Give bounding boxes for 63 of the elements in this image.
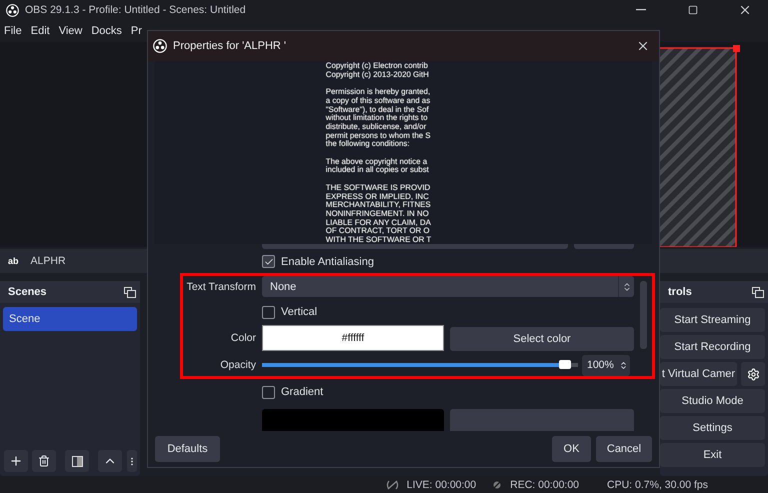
menu-item[interactable]: Edit bbox=[30, 25, 50, 37]
ok-button[interactable]: OK bbox=[552, 436, 591, 462]
delete-button[interactable] bbox=[32, 450, 56, 472]
cancel-button[interactable]: Cancel bbox=[596, 436, 652, 462]
add-button[interactable] bbox=[4, 450, 28, 472]
checkbox-label: Vertical bbox=[281, 306, 318, 318]
checkbox[interactable] bbox=[262, 306, 275, 319]
checkbox[interactable] bbox=[262, 386, 275, 399]
panel-title: Scenes bbox=[8, 286, 47, 298]
text-source-icon: ab bbox=[8, 256, 19, 266]
window-title: OBS 29.1.3 - Profile: Untitled - Scenes: Untitled bbox=[25, 4, 247, 16]
chevron-icon bbox=[622, 282, 632, 292]
spin-box[interactable]: 100% bbox=[582, 354, 630, 376]
color-swatch[interactable] bbox=[262, 408, 444, 431]
app-logo-icon bbox=[6, 4, 19, 16]
slider-thumb[interactable] bbox=[559, 360, 572, 370]
source-name: ALPHR bbox=[30, 255, 66, 267]
undock-icon bbox=[124, 286, 136, 298]
filter-icon bbox=[72, 456, 82, 466]
checkbox-label: Gradient bbox=[281, 386, 324, 398]
minimize-icon bbox=[636, 9, 646, 11]
broadcast-off-icon bbox=[386, 480, 399, 490]
control-button[interactable]: Start Recording bbox=[660, 335, 765, 359]
app-logo-icon bbox=[153, 39, 167, 53]
control-button[interactable]: Exit bbox=[660, 443, 765, 467]
close-icon bbox=[636, 39, 650, 53]
checkbox[interactable] bbox=[262, 255, 275, 268]
scrollbar-thumb[interactable] bbox=[640, 281, 647, 349]
filter-button[interactable] bbox=[65, 450, 89, 472]
cpu-stats: CPU: 0.7%, 30.00 fps bbox=[607, 478, 708, 490]
field-label: Color bbox=[230, 332, 256, 344]
field-label: Opacity bbox=[219, 359, 256, 372]
field-label: Text Transform bbox=[186, 280, 256, 293]
undock-icon bbox=[752, 286, 764, 298]
control-button[interactable]: Start Streaming bbox=[660, 308, 765, 332]
panel-title: trols bbox=[668, 286, 692, 298]
menu-item[interactable]: Pr bbox=[130, 25, 142, 37]
defaults-button[interactable]: Defaults bbox=[155, 436, 220, 462]
chevron-icon bbox=[619, 360, 628, 370]
checkbox-label: Enable Antialiasing bbox=[281, 256, 374, 268]
scene-item[interactable]: Scene bbox=[3, 307, 137, 331]
rec-timer: REC: 00:00:00 bbox=[510, 478, 580, 490]
control-button[interactable]: t Virtual Camer bbox=[660, 362, 737, 386]
trash-icon bbox=[38, 455, 50, 467]
gear-icon bbox=[746, 368, 760, 380]
check-icon bbox=[264, 256, 274, 267]
maximize-icon bbox=[688, 5, 698, 15]
color-swatch: #ffffff bbox=[262, 324, 444, 351]
record-off-icon bbox=[492, 480, 502, 490]
dialog-title: Properties for 'ALPHR ' bbox=[173, 40, 288, 52]
close-icon bbox=[738, 3, 752, 17]
settings-button[interactable] bbox=[741, 362, 765, 386]
select-color-button[interactable]: Select color bbox=[450, 326, 634, 351]
live-timer: LIVE: 00:00:00 bbox=[406, 478, 476, 490]
plus-icon bbox=[9, 454, 23, 468]
control-button[interactable]: Settings bbox=[660, 416, 765, 440]
menu-item[interactable]: View bbox=[58, 25, 82, 37]
dropdown[interactable]: None bbox=[262, 276, 634, 298]
more-button[interactable] bbox=[127, 450, 137, 472]
menu-item[interactable]: Docks bbox=[91, 25, 122, 37]
menu-item[interactable]: File bbox=[4, 25, 22, 37]
move-up-button[interactable] bbox=[98, 450, 122, 472]
control-button[interactable]: Studio Mode bbox=[660, 389, 765, 413]
